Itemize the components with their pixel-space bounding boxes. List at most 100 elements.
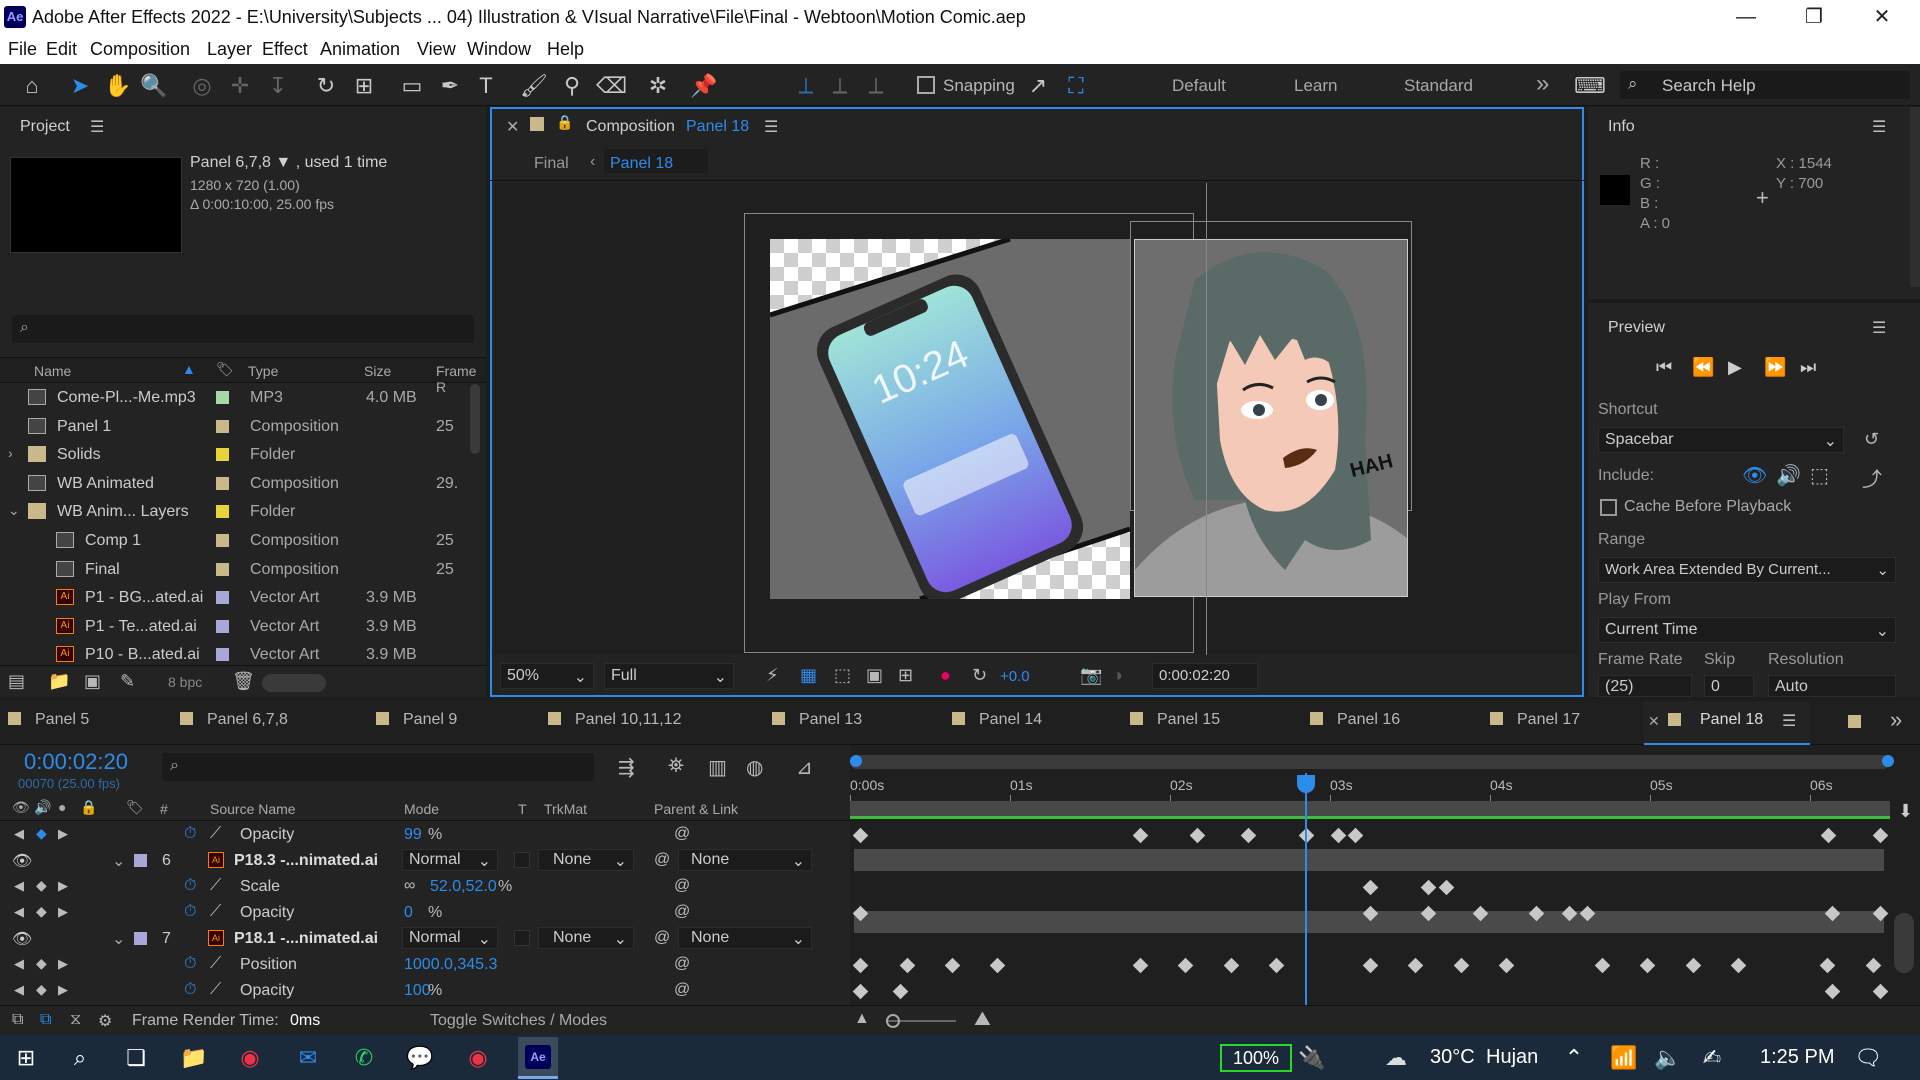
chevron-down-icon[interactable]: ▼ [275,154,291,171]
label-color-swatch[interactable] [216,562,229,576]
expand-folder-icon[interactable]: › [8,445,13,461]
solo-switch-icon[interactable]: ● [58,799,66,815]
tab-panel-15[interactable]: Panel 15 [1130,711,1220,729]
keyframe[interactable] [1362,879,1379,896]
keyframe[interactable] [1268,957,1285,974]
show-snapshot-icon[interactable]: ◑ [1112,665,1123,686]
include-audio-icon[interactable]: 🔊 [1776,463,1801,488]
graph-editor-icon[interactable]: ⊿ [796,755,813,780]
label-column-icon[interactable]: 🏷 [216,361,234,378]
clock-time[interactable]: 1:25 PM [1760,1046,1834,1069]
frame-rate-dropdown[interactable]: (25) [1598,675,1692,697]
keyframe[interactable] [1223,957,1240,974]
comp-menu-icon[interactable]: ☰ [764,117,778,137]
snapshot-camera-icon[interactable]: 📷 [1080,665,1102,686]
keyframe[interactable] [1472,905,1489,922]
menu-layer[interactable]: Layer [207,39,252,60]
wifi-icon[interactable]: 📶 [1608,1043,1640,1073]
project-scrollbar[interactable] [470,384,480,454]
stopwatch-icon[interactable]: ⏱ [184,981,196,999]
sync-settings-icon[interactable]: ⌨ [1574,72,1606,100]
keyframe[interactable] [1362,905,1379,922]
snap-features-icon[interactable]: ⛶ [1062,72,1090,100]
notifications-icon[interactable]: 🗨 [1852,1043,1884,1073]
keyframe[interactable] [1824,905,1841,922]
label-color-swatch[interactable] [216,476,229,490]
keyframe[interactable] [852,905,869,922]
keyframe[interactable] [1189,827,1206,844]
layer-name[interactable]: P18.3 -...nimated.ai [234,852,378,870]
grid-guides-icon[interactable]: ⊞ [898,665,913,686]
property-value[interactable]: 52.0,52.0 [430,878,497,896]
render-time-icon[interactable]: ⚙ [98,1011,112,1031]
dolly-camera-icon[interactable]: ↧ [264,72,292,100]
pan-camera-icon[interactable]: ✛ [226,72,254,100]
fast-previews-icon[interactable]: ⚡ [766,665,779,686]
next-frame-icon[interactable]: ⏩ [1764,357,1786,378]
tab-panel-6-7-8[interactable]: Panel 6,7,8 [180,711,288,729]
stopwatch-icon[interactable]: ⏱ [184,825,196,843]
keyframe[interactable] [1872,827,1889,844]
constrain-proportions-icon[interactable]: ∞ [404,877,415,895]
time-navigator[interactable] [850,755,1890,769]
label-color-swatch[interactable] [134,854,147,867]
keyframe[interactable] [989,957,1006,974]
local-axis-icon[interactable]: ⟂ [792,72,820,100]
playhead-handle[interactable] [1297,775,1315,793]
home-icon[interactable]: ⌂ [18,72,46,100]
weather-condition[interactable]: Hujan [1486,1046,1538,1069]
previous-keyframe-icon[interactable]: ◀ [14,904,24,920]
rectangle-tool-icon[interactable]: ▭ [398,72,426,100]
previous-frame-icon[interactable]: ⏪ [1692,357,1714,378]
property-value[interactable]: 1000.0,345.3 [404,956,497,974]
mail-icon[interactable]: ✉ [292,1043,324,1073]
keyframe[interactable] [1330,827,1347,844]
expression-pick-whip-icon[interactable]: @ [674,825,690,843]
tab-panel-13[interactable]: Panel 13 [772,711,862,729]
time-ruler[interactable]: 0:00s 01s 02s 03s 04s 05s 06s [850,773,1890,801]
keyframe[interactable] [1420,905,1437,922]
keyframe-toggle-icon[interactable]: ◆ [36,877,47,894]
reset-exposure-icon[interactable]: ↻ [972,665,987,686]
keyframe[interactable] [1132,957,1149,974]
parent-dropdown[interactable]: None ⌄ [678,927,812,949]
keyframe[interactable] [1420,879,1437,896]
tab-panel-16[interactable]: Panel 16 [1310,711,1400,729]
property-row[interactable]: ◀ ◆ ▶ ⏱ ⟋ Opacity 99% @ [0,822,850,848]
line-icon[interactable]: 💬 [404,1043,436,1073]
expression-pick-whip-icon[interactable]: @ [674,955,690,973]
layer-name[interactable]: P18.1 -...nimated.ai [234,930,378,948]
close-button[interactable]: ✕ [1852,4,1912,30]
workspace-learn[interactable]: Learn [1294,76,1337,96]
project-item[interactable]: Ai P1 - Te...ated.ai Vector Art 3.9 MB [0,613,470,641]
snapping-checkbox[interactable] [917,76,935,94]
layer-row[interactable]: 👁 ⌄ 7 Ai P18.1 -...nimated.ai Normal ⌄ None ⌄ @ No… [0,926,850,952]
keyframe[interactable] [1872,905,1889,922]
first-frame-icon[interactable]: ⏮ [1656,357,1672,378]
zoom-dropdown[interactable]: 50% ⌄ [500,663,594,689]
navigator-start-handle[interactable] [850,755,862,767]
keyframe[interactable] [899,957,916,974]
keyframe-toggle-icon[interactable]: ◆ [36,955,47,972]
keyframe[interactable] [852,827,869,844]
menu-file[interactable]: File [8,39,37,60]
power-plug-icon[interactable]: 🔌 [1296,1043,1328,1073]
new-composition-icon[interactable]: ▣ [84,671,101,692]
stopwatch-icon[interactable]: ⏱ [184,955,196,973]
next-keyframe-icon[interactable]: ▶ [58,826,68,842]
play-from-dropdown[interactable]: Current Time ⌄ [1598,617,1896,643]
resolution-preview-dropdown[interactable]: Auto [1768,675,1896,697]
range-dropdown[interactable]: Work Area Extended By Current... ⌄ [1598,557,1896,583]
keyframe[interactable] [1730,957,1747,974]
source-name-column[interactable]: Source Name [210,801,296,817]
preview-menu-icon[interactable]: ☰ [1872,318,1886,338]
keyframe[interactable] [1820,827,1837,844]
orbit-camera-icon[interactable]: ◎ [188,72,216,100]
keyframe[interactable] [1453,957,1470,974]
project-item[interactable]: Come-Pl...-Me.mp3 MP3 4.0 MB [0,384,470,412]
expression-pick-whip-icon[interactable]: @ [674,981,690,999]
composition-viewer[interactable]: 10:24 HAH [494,183,1580,655]
project-item[interactable]: ⌄ WB Anim... Layers Folder [0,498,470,526]
column-type[interactable]: Type [248,363,278,379]
tab-panel-14[interactable]: Panel 14 [952,711,1042,729]
